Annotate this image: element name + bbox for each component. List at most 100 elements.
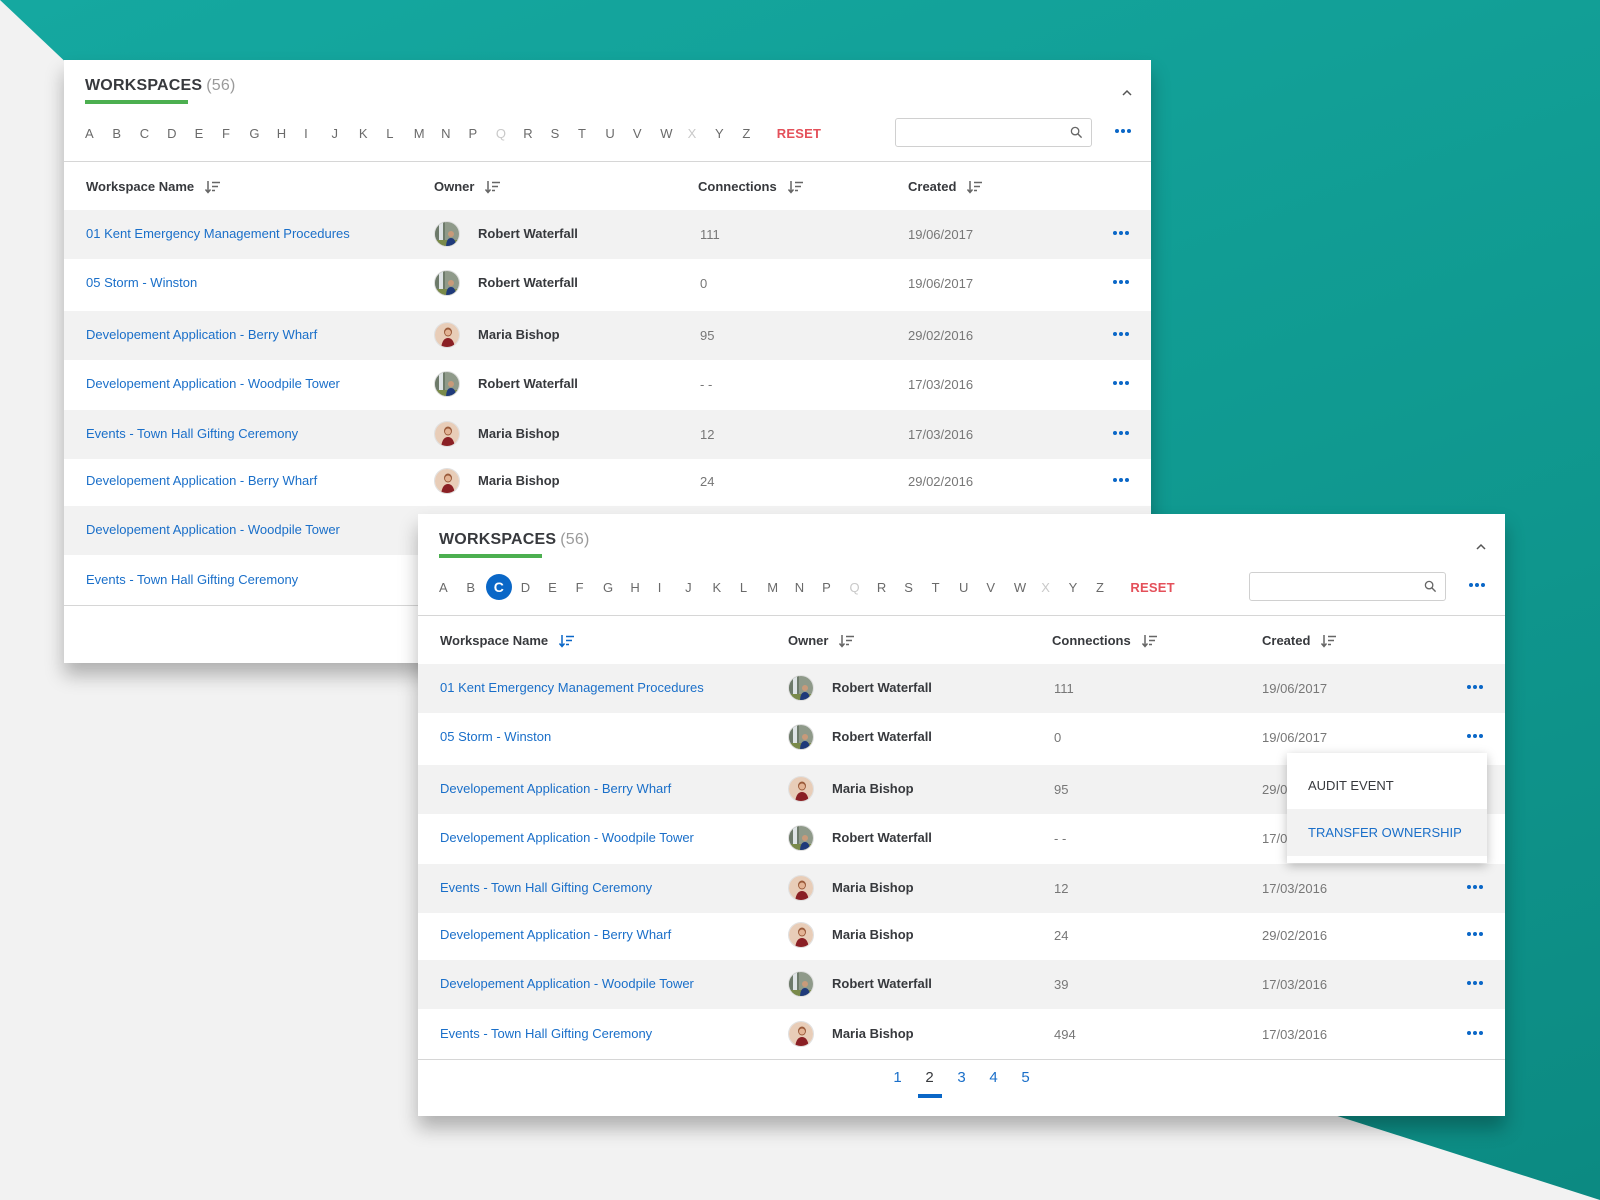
sort-icon[interactable] bbox=[967, 180, 983, 194]
sort-icon[interactable] bbox=[1321, 634, 1337, 648]
letter-filter-g[interactable]: G bbox=[249, 126, 276, 141]
letter-filter-l[interactable]: L bbox=[740, 580, 767, 595]
sort-icon[interactable] bbox=[485, 180, 501, 194]
search-box[interactable] bbox=[1249, 572, 1446, 601]
page-2-button[interactable]: 2 bbox=[914, 1069, 946, 1098]
letter-filter-h[interactable]: H bbox=[630, 580, 657, 595]
letter-filter-g[interactable]: G bbox=[603, 580, 630, 595]
letter-filter-l[interactable]: L bbox=[386, 126, 413, 141]
search-box[interactable] bbox=[895, 118, 1092, 147]
letter-filter-f[interactable]: F bbox=[576, 580, 603, 595]
letter-filter-a[interactable]: A bbox=[85, 126, 112, 141]
letter-filter-n[interactable]: N bbox=[441, 126, 468, 141]
panel-more-button[interactable] bbox=[1469, 580, 1485, 590]
row-more-button[interactable] bbox=[1113, 475, 1129, 485]
letter-filter-w[interactable]: W bbox=[660, 126, 687, 141]
letter-filter-a[interactable]: A bbox=[439, 580, 466, 595]
letter-filter-v[interactable]: V bbox=[633, 126, 660, 141]
letter-filter-c[interactable]: C bbox=[485, 574, 521, 600]
letter-filter-i[interactable]: I bbox=[658, 580, 685, 595]
column-header-connections[interactable]: Connections bbox=[698, 179, 804, 194]
row-more-button[interactable] bbox=[1467, 682, 1483, 692]
row-more-button[interactable] bbox=[1113, 428, 1129, 438]
workspace-name-link[interactable]: Developement Application - Woodpile Towe… bbox=[440, 976, 694, 991]
workspace-name-link[interactable]: Developement Application - Woodpile Towe… bbox=[86, 376, 340, 391]
menu-item-audit-event[interactable]: AUDIT EVENT bbox=[1287, 762, 1487, 809]
column-header-owner[interactable]: Owner bbox=[788, 633, 855, 648]
letter-filter-u[interactable]: U bbox=[959, 580, 986, 595]
workspace-name-link[interactable]: 05 Storm - Winston bbox=[86, 275, 197, 290]
column-header-owner[interactable]: Owner bbox=[434, 179, 501, 194]
row-more-button[interactable] bbox=[1113, 277, 1129, 287]
workspace-name-link[interactable]: 01 Kent Emergency Management Procedures bbox=[440, 680, 704, 695]
reset-filter-button[interactable]: RESET bbox=[1130, 580, 1174, 595]
letter-filter-t[interactable]: T bbox=[932, 580, 959, 595]
workspace-name-link[interactable]: 01 Kent Emergency Management Procedures bbox=[86, 226, 350, 241]
workspace-name-link[interactable]: Developement Application - Berry Wharf bbox=[440, 927, 671, 942]
row-more-button[interactable] bbox=[1467, 882, 1483, 892]
reset-filter-button[interactable]: RESET bbox=[777, 126, 821, 141]
row-more-button[interactable] bbox=[1467, 731, 1483, 741]
sort-icon[interactable] bbox=[787, 180, 804, 194]
workspace-name-link[interactable]: Developement Application - Berry Wharf bbox=[440, 781, 671, 796]
workspace-name-link[interactable]: Events - Town Hall Gifting Ceremony bbox=[86, 572, 298, 587]
page-3-button[interactable]: 3 bbox=[946, 1069, 978, 1086]
letter-filter-k[interactable]: K bbox=[713, 580, 740, 595]
letter-filter-i[interactable]: I bbox=[304, 126, 331, 141]
letter-filter-u[interactable]: U bbox=[605, 126, 632, 141]
letter-filter-m[interactable]: M bbox=[414, 126, 441, 141]
letter-filter-t[interactable]: T bbox=[578, 126, 605, 141]
row-more-button[interactable] bbox=[1113, 228, 1129, 238]
letter-filter-d[interactable]: D bbox=[167, 126, 194, 141]
collapse-button[interactable] bbox=[1475, 540, 1489, 554]
letter-filter-p[interactable]: P bbox=[468, 126, 495, 141]
sort-icon[interactable] bbox=[205, 180, 221, 194]
workspace-name-link[interactable]: Events - Town Hall Gifting Ceremony bbox=[86, 426, 298, 441]
letter-filter-h[interactable]: H bbox=[277, 126, 304, 141]
letter-filter-v[interactable]: V bbox=[986, 580, 1013, 595]
workspace-name-link[interactable]: Developement Application - Berry Wharf bbox=[86, 327, 317, 342]
collapse-button[interactable] bbox=[1121, 86, 1135, 100]
letter-filter-f[interactable]: F bbox=[222, 126, 249, 141]
letter-filter-e[interactable]: E bbox=[195, 126, 222, 141]
search-input[interactable] bbox=[896, 119, 1056, 146]
letter-filter-e[interactable]: E bbox=[548, 580, 575, 595]
letter-filter-y[interactable]: Y bbox=[715, 126, 742, 141]
letter-filter-p[interactable]: P bbox=[822, 580, 849, 595]
column-header-workspace-name[interactable]: Workspace Name bbox=[86, 179, 221, 194]
letter-filter-y[interactable]: Y bbox=[1069, 580, 1096, 595]
column-header-created[interactable]: Created bbox=[908, 179, 983, 194]
letter-filter-r[interactable]: R bbox=[877, 580, 904, 595]
letter-filter-m[interactable]: M bbox=[767, 580, 794, 595]
column-header-workspace-name[interactable]: Workspace Name bbox=[440, 633, 575, 648]
letter-filter-z[interactable]: Z bbox=[1096, 580, 1123, 595]
workspace-name-link[interactable]: Events - Town Hall Gifting Ceremony bbox=[440, 1026, 652, 1041]
row-more-button[interactable] bbox=[1113, 378, 1129, 388]
page-5-button[interactable]: 5 bbox=[1010, 1069, 1042, 1086]
row-more-button[interactable] bbox=[1467, 978, 1483, 988]
letter-filter-n[interactable]: N bbox=[795, 580, 822, 595]
workspace-name-link[interactable]: Developement Application - Berry Wharf bbox=[86, 473, 317, 488]
search-input[interactable] bbox=[1250, 573, 1410, 600]
workspace-name-link[interactable]: 05 Storm - Winston bbox=[440, 729, 551, 744]
letter-filter-d[interactable]: D bbox=[521, 580, 548, 595]
letter-filter-s[interactable]: S bbox=[904, 580, 931, 595]
menu-item-transfer-ownership[interactable]: TRANSFER OWNERSHIP bbox=[1287, 809, 1487, 856]
workspace-name-link[interactable]: Developement Application - Woodpile Towe… bbox=[86, 522, 340, 537]
letter-filter-b[interactable]: B bbox=[112, 126, 139, 141]
row-more-button[interactable] bbox=[1467, 929, 1483, 939]
letter-filter-w[interactable]: W bbox=[1014, 580, 1041, 595]
workspace-name-link[interactable]: Events - Town Hall Gifting Ceremony bbox=[440, 880, 652, 895]
letter-filter-k[interactable]: K bbox=[359, 126, 386, 141]
sort-icon[interactable] bbox=[1141, 634, 1158, 648]
page-4-button[interactable]: 4 bbox=[978, 1069, 1010, 1086]
workspace-name-link[interactable]: Developement Application - Woodpile Towe… bbox=[440, 830, 694, 845]
letter-filter-r[interactable]: R bbox=[523, 126, 550, 141]
letter-filter-j[interactable]: J bbox=[685, 580, 712, 595]
sort-icon[interactable] bbox=[559, 634, 575, 648]
row-more-button[interactable] bbox=[1467, 1028, 1483, 1038]
panel-more-button[interactable] bbox=[1115, 126, 1131, 136]
letter-filter-j[interactable]: J bbox=[332, 126, 359, 141]
row-more-button[interactable] bbox=[1113, 329, 1129, 339]
letter-filter-c[interactable]: C bbox=[140, 126, 167, 141]
